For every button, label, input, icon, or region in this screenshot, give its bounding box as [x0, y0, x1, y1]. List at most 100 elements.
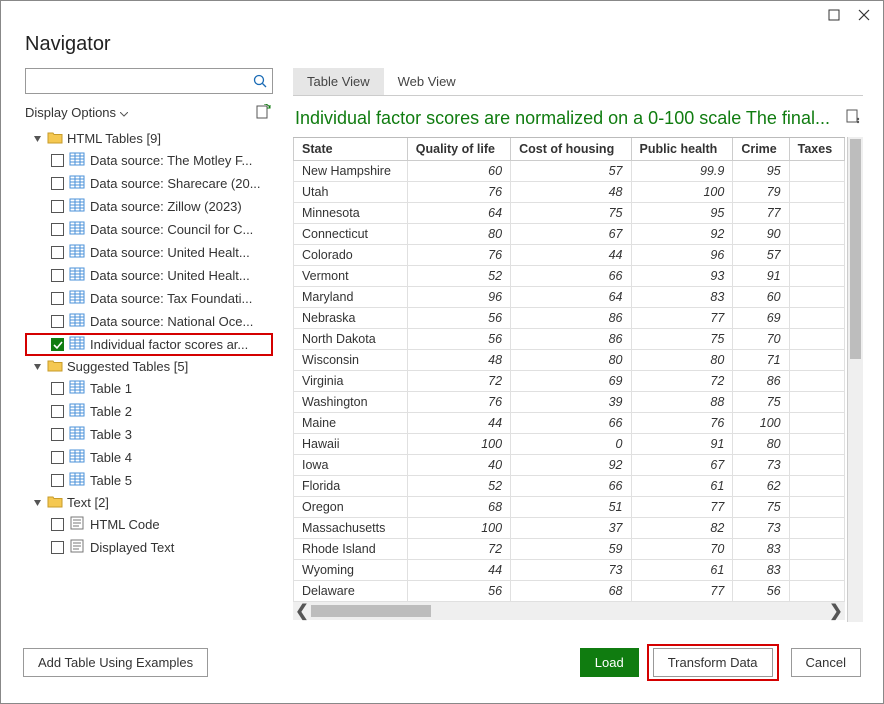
search-icon[interactable] [252, 73, 268, 89]
search-box[interactable] [25, 68, 273, 94]
table-cell [789, 329, 844, 350]
load-button[interactable]: Load [580, 648, 639, 677]
table-row[interactable]: Washington76398875 [294, 392, 845, 413]
tree-checkbox[interactable] [51, 177, 64, 190]
tree-checkbox[interactable] [51, 200, 64, 213]
tab-web-view[interactable]: Web View [384, 68, 470, 95]
tree-checkbox[interactable] [51, 382, 64, 395]
table-row[interactable]: North Dakota56867570 [294, 329, 845, 350]
tree-checkbox[interactable] [51, 223, 64, 236]
column-header[interactable]: Cost of housing [511, 138, 631, 161]
table-row[interactable]: Minnesota64759577 [294, 203, 845, 224]
table-row[interactable]: Delaware56687756 [294, 581, 845, 602]
table-row[interactable]: Utah764810079 [294, 182, 845, 203]
tree-checkbox[interactable] [51, 338, 64, 351]
tree-checkbox[interactable] [51, 315, 64, 328]
titlebar [1, 1, 883, 29]
tree[interactable]: HTML Tables [9] Data source: The Motley F… [25, 128, 273, 622]
tree-checkbox[interactable] [51, 405, 64, 418]
search-input[interactable] [30, 73, 252, 90]
transform-data-button[interactable]: Transform Data [653, 648, 773, 677]
tree-checkbox[interactable] [51, 541, 64, 554]
data-grid[interactable]: StateQuality of lifeCost of housingPubli… [293, 137, 845, 622]
caret-down-icon [33, 359, 43, 374]
column-header[interactable]: Taxes [789, 138, 844, 161]
table-row[interactable]: Virginia72697286 [294, 371, 845, 392]
tree-item[interactable]: Table 1 [25, 377, 273, 400]
table-row[interactable]: Colorado76449657 [294, 245, 845, 266]
hscroll-thumb[interactable] [311, 605, 431, 617]
tree-checkbox[interactable] [51, 474, 64, 487]
table-row[interactable]: New Hampshire605799.995 [294, 161, 845, 182]
tree-item[interactable]: Data source: The Motley F... [25, 149, 273, 172]
tree-checkbox[interactable] [51, 154, 64, 167]
table-cell: Washington [294, 392, 408, 413]
table-row[interactable]: Maine446676100 [294, 413, 845, 434]
column-header[interactable]: Public health [631, 138, 733, 161]
tree-checkbox[interactable] [51, 428, 64, 441]
tree-item-label: Displayed Text [90, 540, 273, 555]
tree-item-label: Data source: Zillow (2023) [90, 199, 273, 214]
table-cell: 75 [733, 392, 789, 413]
tree-item[interactable]: HTML Code [25, 513, 273, 536]
table-row[interactable]: Florida52666162 [294, 476, 845, 497]
table-row[interactable]: Connecticut80679290 [294, 224, 845, 245]
tree-checkbox[interactable] [51, 451, 64, 464]
vertical-scrollbar[interactable] [847, 137, 863, 622]
tree-item[interactable]: Data source: Tax Foundati... [25, 287, 273, 310]
table-cell: 68 [407, 497, 510, 518]
scroll-right-arrow[interactable]: ❯ [827, 601, 845, 621]
close-icon[interactable] [857, 8, 871, 22]
column-header[interactable]: Crime [733, 138, 789, 161]
table-row[interactable]: Maryland96648360 [294, 287, 845, 308]
table-row[interactable]: Iowa40926773 [294, 455, 845, 476]
tree-group-label: HTML Tables [9] [67, 131, 161, 146]
tab-table-view[interactable]: Table View [293, 68, 384, 95]
table-cell [789, 224, 844, 245]
table-row[interactable]: Vermont52669391 [294, 266, 845, 287]
table-row[interactable]: Oregon68517775 [294, 497, 845, 518]
scroll-left-arrow[interactable]: ❮ [293, 601, 311, 621]
preview-options-icon[interactable] [845, 108, 861, 129]
footer: Add Table Using Examples Load Transform … [1, 622, 883, 703]
vscroll-thumb[interactable] [850, 139, 861, 359]
table-row[interactable]: Wyoming44736183 [294, 560, 845, 581]
tree-group-header[interactable]: HTML Tables [9] [25, 128, 273, 149]
add-table-examples-button[interactable]: Add Table Using Examples [23, 648, 208, 677]
tree-item[interactable]: Data source: National Oce... [25, 310, 273, 333]
tree-item[interactable]: Data source: United Healt... [25, 264, 273, 287]
tree-item[interactable]: Displayed Text [25, 536, 273, 559]
tree-checkbox[interactable] [51, 518, 64, 531]
cancel-button[interactable]: Cancel [791, 648, 861, 677]
tree-group-header[interactable]: Text [2] [25, 492, 273, 513]
table-cell: Nebraska [294, 308, 408, 329]
tree-item[interactable]: Data source: Zillow (2023) [25, 195, 273, 218]
table-row[interactable]: Rhode Island72597083 [294, 539, 845, 560]
table-cell: 44 [511, 245, 631, 266]
table-row[interactable]: Hawaii10009180 [294, 434, 845, 455]
display-options-dropdown[interactable]: Display Options [25, 105, 128, 120]
tree-item-label: Data source: National Oce... [90, 314, 273, 329]
tree-item[interactable]: Data source: Council for C... [25, 218, 273, 241]
maximize-icon[interactable] [827, 8, 841, 22]
table-row[interactable]: Wisconsin48808071 [294, 350, 845, 371]
tree-item[interactable]: Table 5 [25, 469, 273, 492]
column-header[interactable]: Quality of life [407, 138, 510, 161]
tree-item[interactable]: Data source: United Healt... [25, 241, 273, 264]
tree-item[interactable]: Table 2 [25, 400, 273, 423]
tree-checkbox[interactable] [51, 269, 64, 282]
tree-item[interactable]: Individual factor scores ar... [25, 333, 273, 356]
tree-group-header[interactable]: Suggested Tables [5] [25, 356, 273, 377]
table-cell: Minnesota [294, 203, 408, 224]
tree-item-label: Table 2 [90, 404, 273, 419]
tree-checkbox[interactable] [51, 246, 64, 259]
refresh-icon[interactable] [255, 104, 271, 120]
tree-item[interactable]: Table 4 [25, 446, 273, 469]
tree-item[interactable]: Table 3 [25, 423, 273, 446]
table-row[interactable]: Nebraska56867769 [294, 308, 845, 329]
tree-item[interactable]: Data source: Sharecare (20... [25, 172, 273, 195]
table-row[interactable]: Massachusetts100378273 [294, 518, 845, 539]
tree-checkbox[interactable] [51, 292, 64, 305]
column-header[interactable]: State [294, 138, 408, 161]
horizontal-scrollbar[interactable]: ❮ ❯ [293, 602, 845, 620]
